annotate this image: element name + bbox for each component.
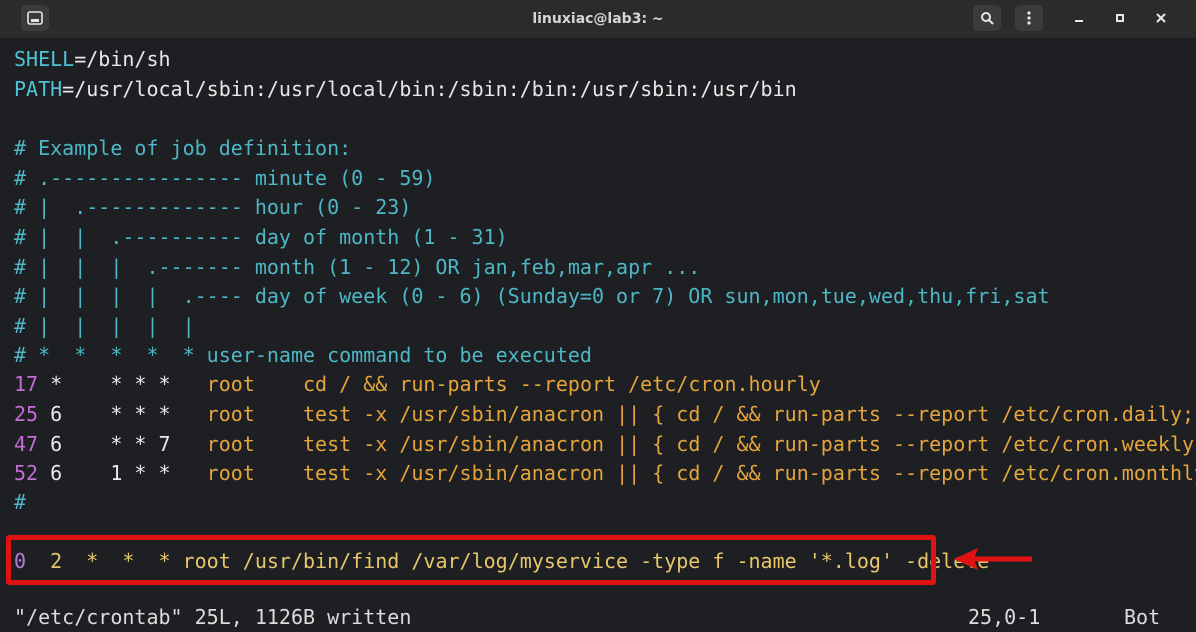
shell-value: =/bin/sh <box>74 47 171 71</box>
comment-line: # .---------------- minute (0 - 59) <box>14 166 436 190</box>
comment-line: # | | .---------- day of month (1 - 31) <box>14 225 508 249</box>
job-user: root <box>206 402 255 426</box>
job-command: cd / && run-parts --report /etc/cron.hou… <box>254 372 821 396</box>
job-minute: 52 <box>14 461 39 485</box>
job-command: test -x /usr/sbin/anacron || { cd / && r… <box>254 461 1196 485</box>
comment-line: # <box>14 490 27 514</box>
comment-line: # | | | | | <box>14 314 195 338</box>
job-minute: 17 <box>14 372 39 396</box>
path-line: PATH=/usr/local/sbin:/usr/local/bin:/sbi… <box>14 74 797 104</box>
maximize-icon[interactable] <box>1107 5 1133 31</box>
job-user: root <box>206 372 255 396</box>
path-key: PATH <box>14 77 63 101</box>
job-minute: 25 <box>14 402 39 426</box>
minimize-icon[interactable] <box>1066 5 1092 31</box>
job-user: root <box>206 432 255 456</box>
job-command: test -x /usr/sbin/anacron || { cd / && r… <box>254 432 1196 456</box>
job-schedule: * * * * <box>38 372 207 396</box>
menu-dots-icon[interactable] <box>1015 5 1043 31</box>
cron-job-line: 47 6 * * 7 root test -x /usr/sbin/anacro… <box>14 429 1196 459</box>
comment-line: # | | | | .---- day of week (0 - 6) (Sun… <box>14 284 1050 308</box>
job-schedule: 6 * * 7 <box>38 432 207 456</box>
comment-line: # | | | .------- month (1 - 12) OR jan,f… <box>14 255 701 279</box>
highlight-box <box>6 535 936 585</box>
close-icon[interactable] <box>1148 5 1174 31</box>
search-icon[interactable] <box>973 5 1001 31</box>
comment-line: # | .------------- hour (0 - 23) <box>14 195 412 219</box>
job-minute: 47 <box>14 432 39 456</box>
comment-line: # Example of job definition: <box>14 136 352 160</box>
cron-job-line: 52 6 1 * * root test -x /usr/sbin/anacro… <box>14 458 1196 488</box>
job-command: test -x /usr/sbin/anacron || { cd / && r… <box>254 402 1196 426</box>
window-titlebar: linuxiac@lab3: ~ <box>0 0 1196 39</box>
shell-line: SHELL=/bin/sh <box>14 44 171 74</box>
job-schedule: 6 * * * <box>38 402 207 426</box>
job-schedule: 6 1 * * <box>38 461 207 485</box>
arrow-left-icon <box>954 548 1032 570</box>
shell-key: SHELL <box>14 47 75 71</box>
cron-job-line: 17 * * * * root cd / && run-parts --repo… <box>14 369 821 399</box>
cron-job-line: 25 6 * * * root test -x /usr/sbin/anacro… <box>14 399 1196 429</box>
path-value: =/usr/local/sbin:/usr/local/bin:/sbin:/b… <box>62 77 797 101</box>
job-user: root <box>206 461 255 485</box>
comment-line: # * * * * * user-name command to be exec… <box>14 343 592 367</box>
